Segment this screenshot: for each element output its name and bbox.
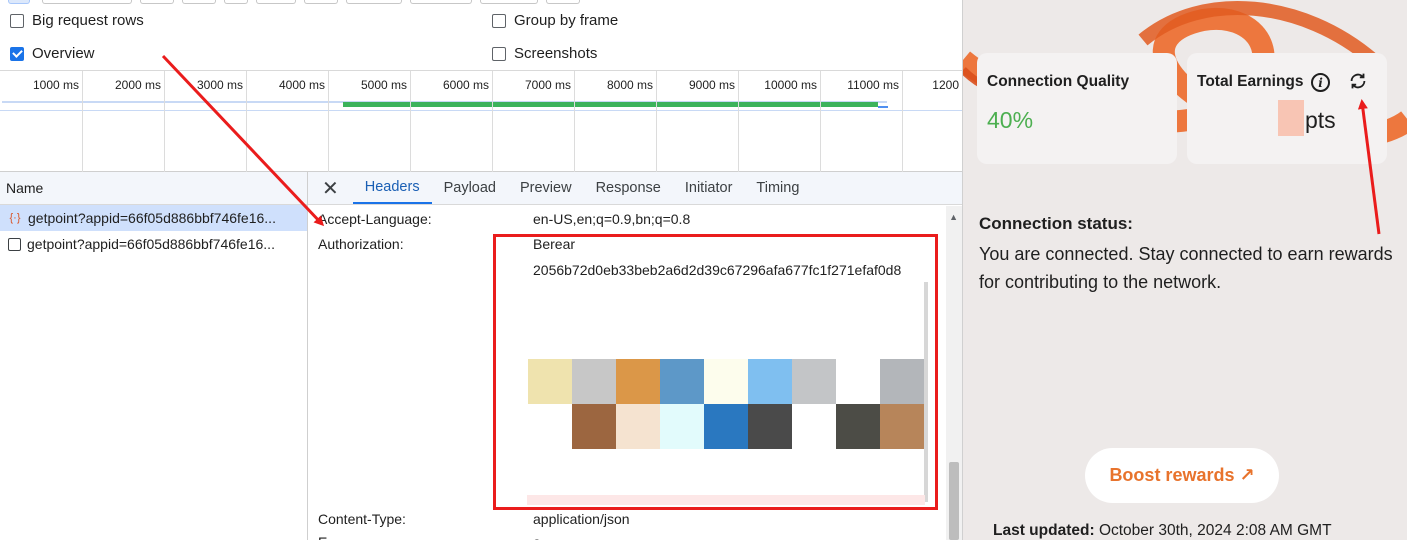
- timeline-gridline: [738, 71, 739, 172]
- timeline-tick-label: 11000 ms: [847, 78, 899, 92]
- toolbar-button-stub[interactable]: [8, 0, 30, 4]
- total-earnings-value: pts: [1305, 107, 1336, 133]
- detail-tabs: ✕ Headers Payload Preview Response Initi…: [308, 172, 962, 205]
- toolbar-button-stub[interactable]: [304, 0, 338, 4]
- request-row[interactable]: {·} getpoint?appid=66f05d886bbf746fe16..…: [0, 205, 307, 231]
- connection-status-text: You are connected. Stay connected to ear…: [979, 244, 1393, 292]
- timeline-gridline: [656, 71, 657, 172]
- big-request-rows-checkbox[interactable]: [10, 13, 24, 28]
- boost-rewards-button[interactable]: Boost rewards ↗: [1085, 448, 1279, 503]
- header-value-content-type: application/json: [533, 511, 630, 527]
- big-request-rows-label: Big request rows: [32, 12, 144, 29]
- timeline-tick-label: 3000 ms: [196, 78, 243, 92]
- toolbar-button-stub[interactable]: [224, 0, 248, 4]
- header-value-truncated: a: [533, 534, 541, 540]
- request-list: Name {·} getpoint?appid=66f05d886bbf746f…: [0, 172, 308, 540]
- tab-response[interactable]: Response: [584, 172, 673, 204]
- request-name: getpoint?appid=66f05d886bbf746fe16...: [27, 236, 275, 252]
- timeline-tick-label: 4000 ms: [278, 78, 325, 92]
- header-name-truncated: E: [318, 534, 327, 540]
- toolbar-button-stub[interactable]: [410, 0, 472, 4]
- overview-option[interactable]: Overview: [10, 45, 95, 62]
- toolbar-button-stub[interactable]: [256, 0, 296, 4]
- overview-timeline[interactable]: 1000 ms 2000 ms 3000 ms 4000 ms 5000 ms 6000 …: [0, 70, 962, 172]
- last-updated-value: October 30th, 2024 2:08 AM GMT: [1098, 522, 1332, 539]
- connection-status-label: Connection status:: [979, 214, 1133, 233]
- request-row[interactable]: getpoint?appid=66f05d886bbf746fe16...: [0, 231, 307, 257]
- timeline-tick-label: 2000 ms: [114, 78, 161, 92]
- timeline-tick-label: 5000 ms: [360, 78, 407, 92]
- header-name-accept-language: Accept-Language:: [318, 211, 432, 227]
- toolbar-button-stub[interactable]: [182, 0, 216, 4]
- tab-payload[interactable]: Payload: [432, 172, 508, 204]
- document-icon: [8, 237, 21, 251]
- request-tail-bar: [878, 106, 888, 108]
- timeline-tick-label: 6000 ms: [442, 78, 489, 92]
- screenshots-option[interactable]: Screenshots: [492, 45, 597, 62]
- overview-checkbox[interactable]: [10, 46, 24, 61]
- request-waterfall-bar: [343, 102, 878, 107]
- group-by-frame-label: Group by frame: [514, 12, 619, 29]
- timeline-gridline: [410, 71, 411, 172]
- scrollbar-thumb[interactable]: [949, 462, 959, 540]
- timeline-tick-label: 10000 ms: [764, 78, 817, 92]
- header-name-authorization: Authorization:: [318, 236, 404, 252]
- redaction-mask: [1278, 100, 1304, 136]
- toolbar-button-stub[interactable]: [480, 0, 538, 4]
- toolbar-button-stub[interactable]: [42, 0, 132, 4]
- toolbar-button-stub[interactable]: [346, 0, 402, 4]
- refresh-icon[interactable]: [1347, 70, 1369, 92]
- group-by-frame-checkbox[interactable]: [492, 13, 506, 28]
- screenshots-checkbox[interactable]: [492, 46, 506, 61]
- header-name-content-type: Content-Type:: [318, 511, 406, 527]
- request-name: getpoint?appid=66f05d886bbf746fe16...: [28, 210, 276, 226]
- timeline-gridline: [492, 71, 493, 172]
- timeline-gridline: [902, 71, 903, 172]
- tab-timing[interactable]: Timing: [744, 172, 811, 204]
- big-request-rows-option[interactable]: Big request rows: [10, 12, 144, 29]
- header-value-accept-language: en-US,en;q=0.9,bn;q=0.8: [533, 211, 691, 227]
- extension-panel: Connection Quality 40% Total Earnings i …: [962, 0, 1407, 540]
- overview-label: Overview: [32, 45, 95, 62]
- connection-quality-label: Connection Quality: [987, 73, 1130, 90]
- total-earnings-label: Total Earnings: [1197, 73, 1304, 90]
- timeline-gridline: [820, 71, 821, 172]
- timeline-tick-label: 8000 ms: [606, 78, 653, 92]
- tab-initiator[interactable]: Initiator: [673, 172, 745, 204]
- timeline-gridline: [82, 71, 83, 172]
- last-updated: Last updated: October 30th, 2024 2:08 AM…: [993, 522, 1332, 540]
- connection-quality-card: Connection Quality 40%: [977, 53, 1177, 164]
- timeline-tick-label: 1000 ms: [32, 78, 79, 92]
- timeline-gridline: [246, 71, 247, 172]
- timeline-gridline: [574, 71, 575, 172]
- toolbar-button-stub[interactable]: [546, 0, 580, 4]
- timeline-gridline: [164, 71, 165, 172]
- tab-headers[interactable]: Headers: [352, 172, 432, 204]
- devtools-network-panel: Big request rows Group by frame Overview…: [0, 0, 962, 540]
- toolbar-button-stub[interactable]: [140, 0, 174, 4]
- screenshots-label: Screenshots: [514, 45, 598, 62]
- scroll-up-icon[interactable]: ▲: [949, 212, 958, 222]
- info-icon[interactable]: i: [1311, 73, 1330, 92]
- close-icon[interactable]: ✕: [322, 172, 339, 204]
- timeline-tick-label: 9000 ms: [688, 78, 735, 92]
- annotation-highlight-box: [493, 234, 938, 510]
- timeline-tick-label: 1200: [932, 78, 959, 92]
- tab-preview[interactable]: Preview: [508, 172, 584, 204]
- timeline-tick-label: 7000 ms: [524, 78, 571, 92]
- last-updated-label: Last updated:: [993, 522, 1095, 539]
- name-column-header[interactable]: Name: [0, 172, 307, 205]
- xhr-icon: {·}: [9, 212, 21, 224]
- timeline-gridline: [328, 71, 329, 172]
- timeline-divider: [0, 110, 962, 111]
- group-by-frame-option[interactable]: Group by frame: [492, 12, 618, 29]
- connection-quality-value: 40%: [987, 107, 1034, 133]
